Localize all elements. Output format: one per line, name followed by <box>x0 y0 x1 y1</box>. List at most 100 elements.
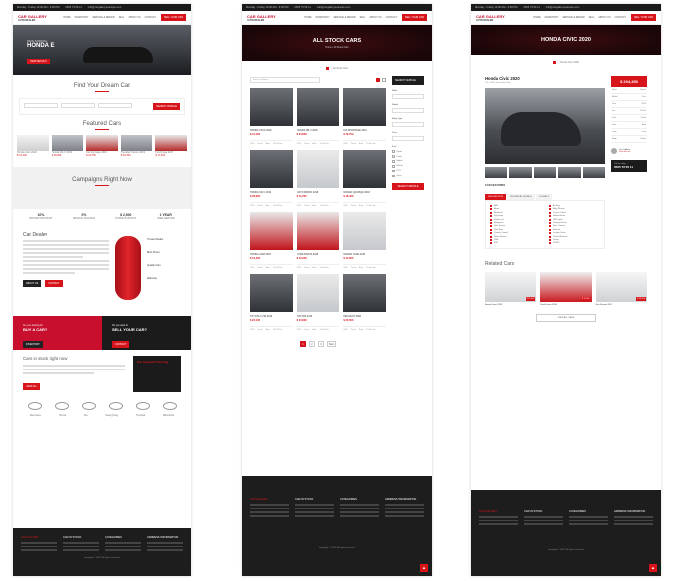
nav-link[interactable]: HOME <box>533 16 540 19</box>
model-select[interactable] <box>392 108 424 113</box>
nav-link[interactable]: SELL <box>589 16 595 19</box>
stock-car-card[interactable]: HONDA CR-V 2019 $ 28,900 2020 Petrol Auto 15.… <box>250 150 293 207</box>
sell-car-button[interactable]: SELL YOUR CAR <box>161 14 186 21</box>
stock-car-card[interactable]: NISSAN JUKE 2018 $ 14,600 2020 Petrol Auto 15… <box>343 212 386 269</box>
tab-description[interactable]: DESCRIPTION <box>485 194 506 200</box>
home-icon[interactable] <box>553 61 557 64</box>
fuel-checkbox[interactable]: Diesel <box>392 150 424 153</box>
campaign-item[interactable]: 0% SPECIAL FINANCE <box>73 213 95 220</box>
view-all-cars-button[interactable]: VIEW ALL CARS <box>536 314 596 323</box>
scroll-top-icon[interactable]: ▲ <box>420 564 428 572</box>
fuel-checkbox[interactable]: Petrol <box>392 155 424 158</box>
brand-logo[interactable] <box>54 402 69 410</box>
nav-link[interactable]: INVENTORY <box>75 16 89 19</box>
view-all-stock-button[interactable]: VIEW ALL <box>23 382 40 390</box>
stock-car-card[interactable]: KIA SPORTAGE 2019 $ 19,750 2020 Petrol Auto 1… <box>343 88 386 145</box>
phone-box[interactable]: Call us today 0505 73 50 11 <box>611 160 647 172</box>
gallery-thumb[interactable] <box>509 167 532 178</box>
stock-car-card[interactable]: HONDA HR-V 2020 $ 24,800 2020 Petrol Auto 15.… <box>296 88 340 145</box>
nav-link[interactable]: INVENTORY <box>545 16 559 19</box>
tab-technical[interactable]: TECHNICAL DETAILS <box>506 194 535 200</box>
search-vehicle-button[interactable]: SEARCH VEHICLE <box>153 103 180 110</box>
fuel-checkbox[interactable]: Hybrid <box>392 160 424 163</box>
nav-link[interactable]: SELL <box>360 16 366 19</box>
sell-car-banner[interactable]: Do you want to SELL YOUR CAR? CONTACT <box>102 316 191 350</box>
nav-link[interactable]: ABOUT US <box>598 16 610 19</box>
featured-car-card[interactable]: Ford Kuga 2017 $ 17,600 <box>155 135 187 157</box>
gallery-thumb[interactable] <box>533 167 557 178</box>
logo[interactable]: CAR GALLERY AUTO DEALER <box>476 14 505 22</box>
nav-link[interactable]: HOME <box>304 16 311 19</box>
nav-link[interactable]: SERVICE & REPAIR <box>92 16 114 19</box>
nav-link[interactable]: CONTACT <box>386 16 397 19</box>
sell-car-button[interactable]: SELL YOUR CAR <box>402 14 427 21</box>
nav-link[interactable]: ABOUT US <box>128 16 140 19</box>
brand-logo[interactable] <box>27 402 42 410</box>
stock-car-card[interactable]: FIAT 500 2019 $ 10,800 2020 Petrol Auto 15.00… <box>296 274 340 331</box>
financing-ad-box[interactable]: Get Special Financing <box>133 356 181 392</box>
nav-link[interactable]: SERVICE & REPAIR <box>333 16 355 19</box>
nav-link[interactable]: CONTACT <box>145 16 156 19</box>
gallery-thumb[interactable] <box>558 167 581 178</box>
sell-car-button[interactable]: SELL YOUR CAR <box>631 14 656 21</box>
featured-car-card[interactable]: Honda Civic 2020 $ 21,400 <box>17 135 49 157</box>
featured-car-card[interactable]: Hyundai Tucson 2019 $ 24,300 <box>120 135 153 157</box>
make-select[interactable] <box>392 94 424 99</box>
brand-logo[interactable] <box>81 402 96 410</box>
next-page-button[interactable]: Next <box>327 341 336 347</box>
gallery-thumb[interactable] <box>582 167 606 178</box>
stock-car-card[interactable]: FORD FIESTA 2018 $ 12,900 2020 Petrol Auto 15… <box>296 212 340 269</box>
logo[interactable]: CAR GALLERY AUTO DEALER <box>18 14 47 22</box>
contact-button[interactable]: CONTACT <box>45 279 63 287</box>
search-field[interactable] <box>61 103 95 108</box>
related-car-card[interactable]: $ 19,200 Fiat Ducato 2017 <box>595 272 647 306</box>
body-select[interactable] <box>392 122 424 127</box>
hero-details-button[interactable]: VIEW DETAILS <box>27 59 50 64</box>
nav-link[interactable]: ABOUT US <box>369 16 381 19</box>
home-icon[interactable] <box>325 67 329 70</box>
featured-car-card[interactable]: Kia Sportage 2018 $ 19,750 <box>86 135 118 157</box>
nav-link[interactable]: HOME <box>63 16 70 19</box>
featured-car-card[interactable]: Honda CR-V 2019 $ 28,900 <box>51 135 84 157</box>
nav-link[interactable]: SERVICE & REPAIR <box>562 16 584 19</box>
search-field[interactable] <box>98 103 132 108</box>
logo[interactable]: CAR GALLERY AUTO DEALER <box>247 14 276 22</box>
gallery-thumb[interactable] <box>485 167 508 178</box>
banner-contact-button[interactable]: CONTACT <box>112 341 130 348</box>
seller-link[interactable]: View all cars <box>619 151 630 153</box>
page-button[interactable]: 2 <box>309 341 315 347</box>
brand-logo[interactable] <box>108 402 123 410</box>
stock-car-card[interactable]: PEUGEOT 3008 $ 23,500 2020 Petrol Auto 15.000… <box>343 274 386 331</box>
campaign-item[interactable]: 1 YEAR FREE SERVICE <box>157 213 175 220</box>
fuel-checkbox[interactable]: Electric <box>392 165 424 168</box>
stock-car-card[interactable]: FIAT FIORINO 2018 $ 11,200 2020 Petrol Auto 1… <box>296 150 340 207</box>
tab-contact[interactable]: CONTACT <box>535 194 553 200</box>
fuel-checkbox[interactable]: Other <box>392 174 424 178</box>
brand-logo[interactable] <box>135 402 150 410</box>
scroll-top-icon[interactable]: ▲ <box>649 564 657 572</box>
page-button[interactable]: 1 <box>300 341 306 347</box>
fuel-checkbox[interactable]: LPG <box>392 169 424 173</box>
inventory-button[interactable]: INVENTORY <box>23 341 43 348</box>
nav-link[interactable]: CONTACT <box>615 16 626 19</box>
buy-car-banner[interactable]: Are you looking for BUY A CAR? INVENTORY <box>13 316 102 350</box>
stock-car-card[interactable]: TOYOTA C-HR 2019 $ 22,100 2020 Petrol Auto 15… <box>250 274 293 331</box>
price-select[interactable] <box>392 136 424 141</box>
page-button[interactable]: 3 <box>318 341 324 347</box>
car-gallery[interactable] <box>485 88 605 164</box>
nav-link[interactable]: INVENTORY <box>316 16 330 19</box>
related-car-card[interactable]: $ 12,900 Ford Fiesta 2018 <box>540 272 592 306</box>
about-us-button[interactable]: ABOUT US <box>23 279 42 287</box>
grid-view-icon[interactable] <box>376 78 380 82</box>
filter-search-button[interactable]: SEARCH VEHICLE <box>392 183 424 191</box>
search-field[interactable] <box>24 103 58 108</box>
stock-car-card[interactable]: NISSAN QASHQAI 2018 $ 18,400 2020 Petrol Aut… <box>343 150 386 207</box>
related-car-card[interactable]: $ 15,300 Honda Jazz 2019 <box>485 272 537 306</box>
nav-link[interactable]: SELL <box>119 16 125 19</box>
stock-car-card[interactable]: HONDA JAZZ 2019 $ 15,300 2020 Petrol Auto 15.… <box>250 212 293 269</box>
campaign-item[interactable]: $ 2,000 TRADE IN BONUS <box>115 213 136 220</box>
sort-select[interactable]: Sort by: Newest <box>250 77 320 83</box>
brand-logo[interactable] <box>162 402 177 410</box>
campaign-item[interactable]: 10% WINTER DISCOUNT <box>29 213 53 220</box>
list-view-icon[interactable] <box>382 78 386 82</box>
